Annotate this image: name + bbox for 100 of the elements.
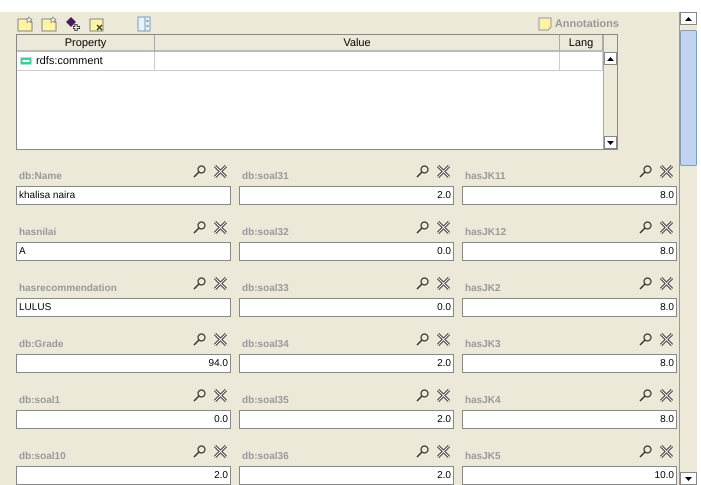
value-field[interactable]: 10.0: [462, 466, 677, 485]
remove-button[interactable]: [660, 221, 673, 234]
up-arrow-icon: [607, 56, 614, 60]
remove-button[interactable]: [214, 389, 227, 402]
search-icon: [193, 389, 206, 402]
value-field[interactable]: 2.0: [239, 186, 454, 205]
remove-icon: [214, 389, 227, 402]
note-icon: [538, 16, 552, 30]
remove-button[interactable]: [214, 221, 227, 234]
field-label: db:soal32: [241, 227, 289, 238]
remove-icon: [437, 389, 450, 402]
remove-button[interactable]: [214, 277, 227, 290]
search-button[interactable]: [193, 389, 206, 402]
field-label: db:soal31: [241, 171, 289, 182]
remove-button[interactable]: [437, 277, 450, 290]
remove-icon: [437, 165, 450, 178]
scroll-up-button[interactable]: [680, 12, 697, 25]
field-label: db:soal36: [241, 451, 289, 462]
remove-button[interactable]: [437, 333, 450, 346]
search-icon: [193, 445, 206, 458]
search-button[interactable]: [639, 221, 652, 234]
value-field[interactable]: 8.0: [462, 298, 677, 317]
remove-icon: [660, 333, 673, 346]
property-name: rdfs:comment: [36, 55, 103, 67]
search-icon: [416, 221, 429, 234]
scroll-thumb[interactable]: [680, 30, 697, 166]
value-field[interactable]: LULUS: [16, 298, 231, 317]
search-icon: [416, 389, 429, 402]
value-field[interactable]: 2.0: [239, 466, 454, 485]
remove-button[interactable]: [660, 165, 673, 178]
remove-button[interactable]: [437, 389, 450, 402]
field-label: hasJK5: [464, 451, 501, 462]
field-label: db:Name: [18, 171, 62, 182]
value-field[interactable]: 2.0: [239, 410, 454, 429]
value-field[interactable]: 8.0: [462, 354, 677, 373]
search-button[interactable]: [193, 445, 206, 458]
add-property-button[interactable]: [64, 14, 82, 32]
search-icon: [416, 277, 429, 290]
search-button[interactable]: [193, 277, 206, 290]
remove-icon: [214, 221, 227, 234]
remove-button[interactable]: [660, 445, 673, 458]
remove-button[interactable]: [437, 221, 450, 234]
remove-button[interactable]: [660, 333, 673, 346]
search-button[interactable]: [193, 221, 206, 234]
search-icon: [639, 277, 652, 290]
search-button[interactable]: [416, 165, 429, 178]
diamond-plus-icon: [65, 16, 81, 32]
scroll-down-button[interactable]: [604, 136, 617, 149]
search-button[interactable]: [416, 221, 429, 234]
search-button[interactable]: [639, 277, 652, 290]
value-field[interactable]: 2.0: [239, 354, 454, 373]
value-field[interactable]: 8.0: [462, 242, 677, 261]
field-label: db:soal1: [18, 395, 60, 406]
value-field[interactable]: 8.0: [462, 410, 677, 429]
column-header[interactable]: Property: [17, 35, 155, 52]
remove-button[interactable]: [437, 165, 450, 178]
value-field[interactable]: 8.0: [462, 186, 677, 205]
field-label: hasJK2: [464, 283, 501, 294]
search-button[interactable]: [639, 165, 652, 178]
down-arrow-icon: [685, 476, 692, 480]
remove-button[interactable]: [214, 333, 227, 346]
annotations-label: Annotations: [554, 18, 619, 30]
column-header[interactable]: Lang: [560, 35, 603, 52]
remove-icon: [660, 445, 673, 458]
search-icon: [639, 221, 652, 234]
remove-icon: [214, 333, 227, 346]
value-field[interactable]: 2.0: [16, 466, 231, 485]
search-button[interactable]: [416, 445, 429, 458]
field-label: hasJK4: [464, 395, 501, 406]
scroll-down-button[interactable]: [680, 472, 697, 485]
remove-button[interactable]: [437, 445, 450, 458]
field-label: db:soal10: [18, 451, 66, 462]
field-label: db:soal33: [241, 283, 289, 294]
panel-icon: [137, 16, 151, 32]
remove-button[interactable]: [214, 445, 227, 458]
search-icon: [639, 333, 652, 346]
value-field[interactable]: 0.0: [239, 242, 454, 261]
search-button[interactable]: [416, 333, 429, 346]
search-button[interactable]: [416, 389, 429, 402]
remove-button[interactable]: [214, 165, 227, 178]
scroll-up-button[interactable]: [604, 52, 617, 65]
value-field[interactable]: khalisa naira: [16, 186, 231, 205]
search-icon: [193, 221, 206, 234]
search-button[interactable]: [416, 277, 429, 290]
search-button[interactable]: [639, 445, 652, 458]
search-icon: [193, 333, 206, 346]
value-field[interactable]: A: [16, 242, 231, 261]
search-button[interactable]: [193, 165, 206, 178]
value-field[interactable]: 0.0: [239, 298, 454, 317]
remove-button[interactable]: [660, 389, 673, 402]
value-field[interactable]: 0.0: [16, 410, 231, 429]
remove-icon: [660, 165, 673, 178]
search-button[interactable]: [639, 389, 652, 402]
remove-button[interactable]: [660, 277, 673, 290]
value-field[interactable]: 94.0: [16, 354, 231, 373]
search-button[interactable]: [193, 333, 206, 346]
column-header[interactable]: Value: [155, 35, 560, 52]
field-label: hasJK12: [464, 227, 506, 238]
search-button[interactable]: [639, 333, 652, 346]
search-icon: [416, 445, 429, 458]
